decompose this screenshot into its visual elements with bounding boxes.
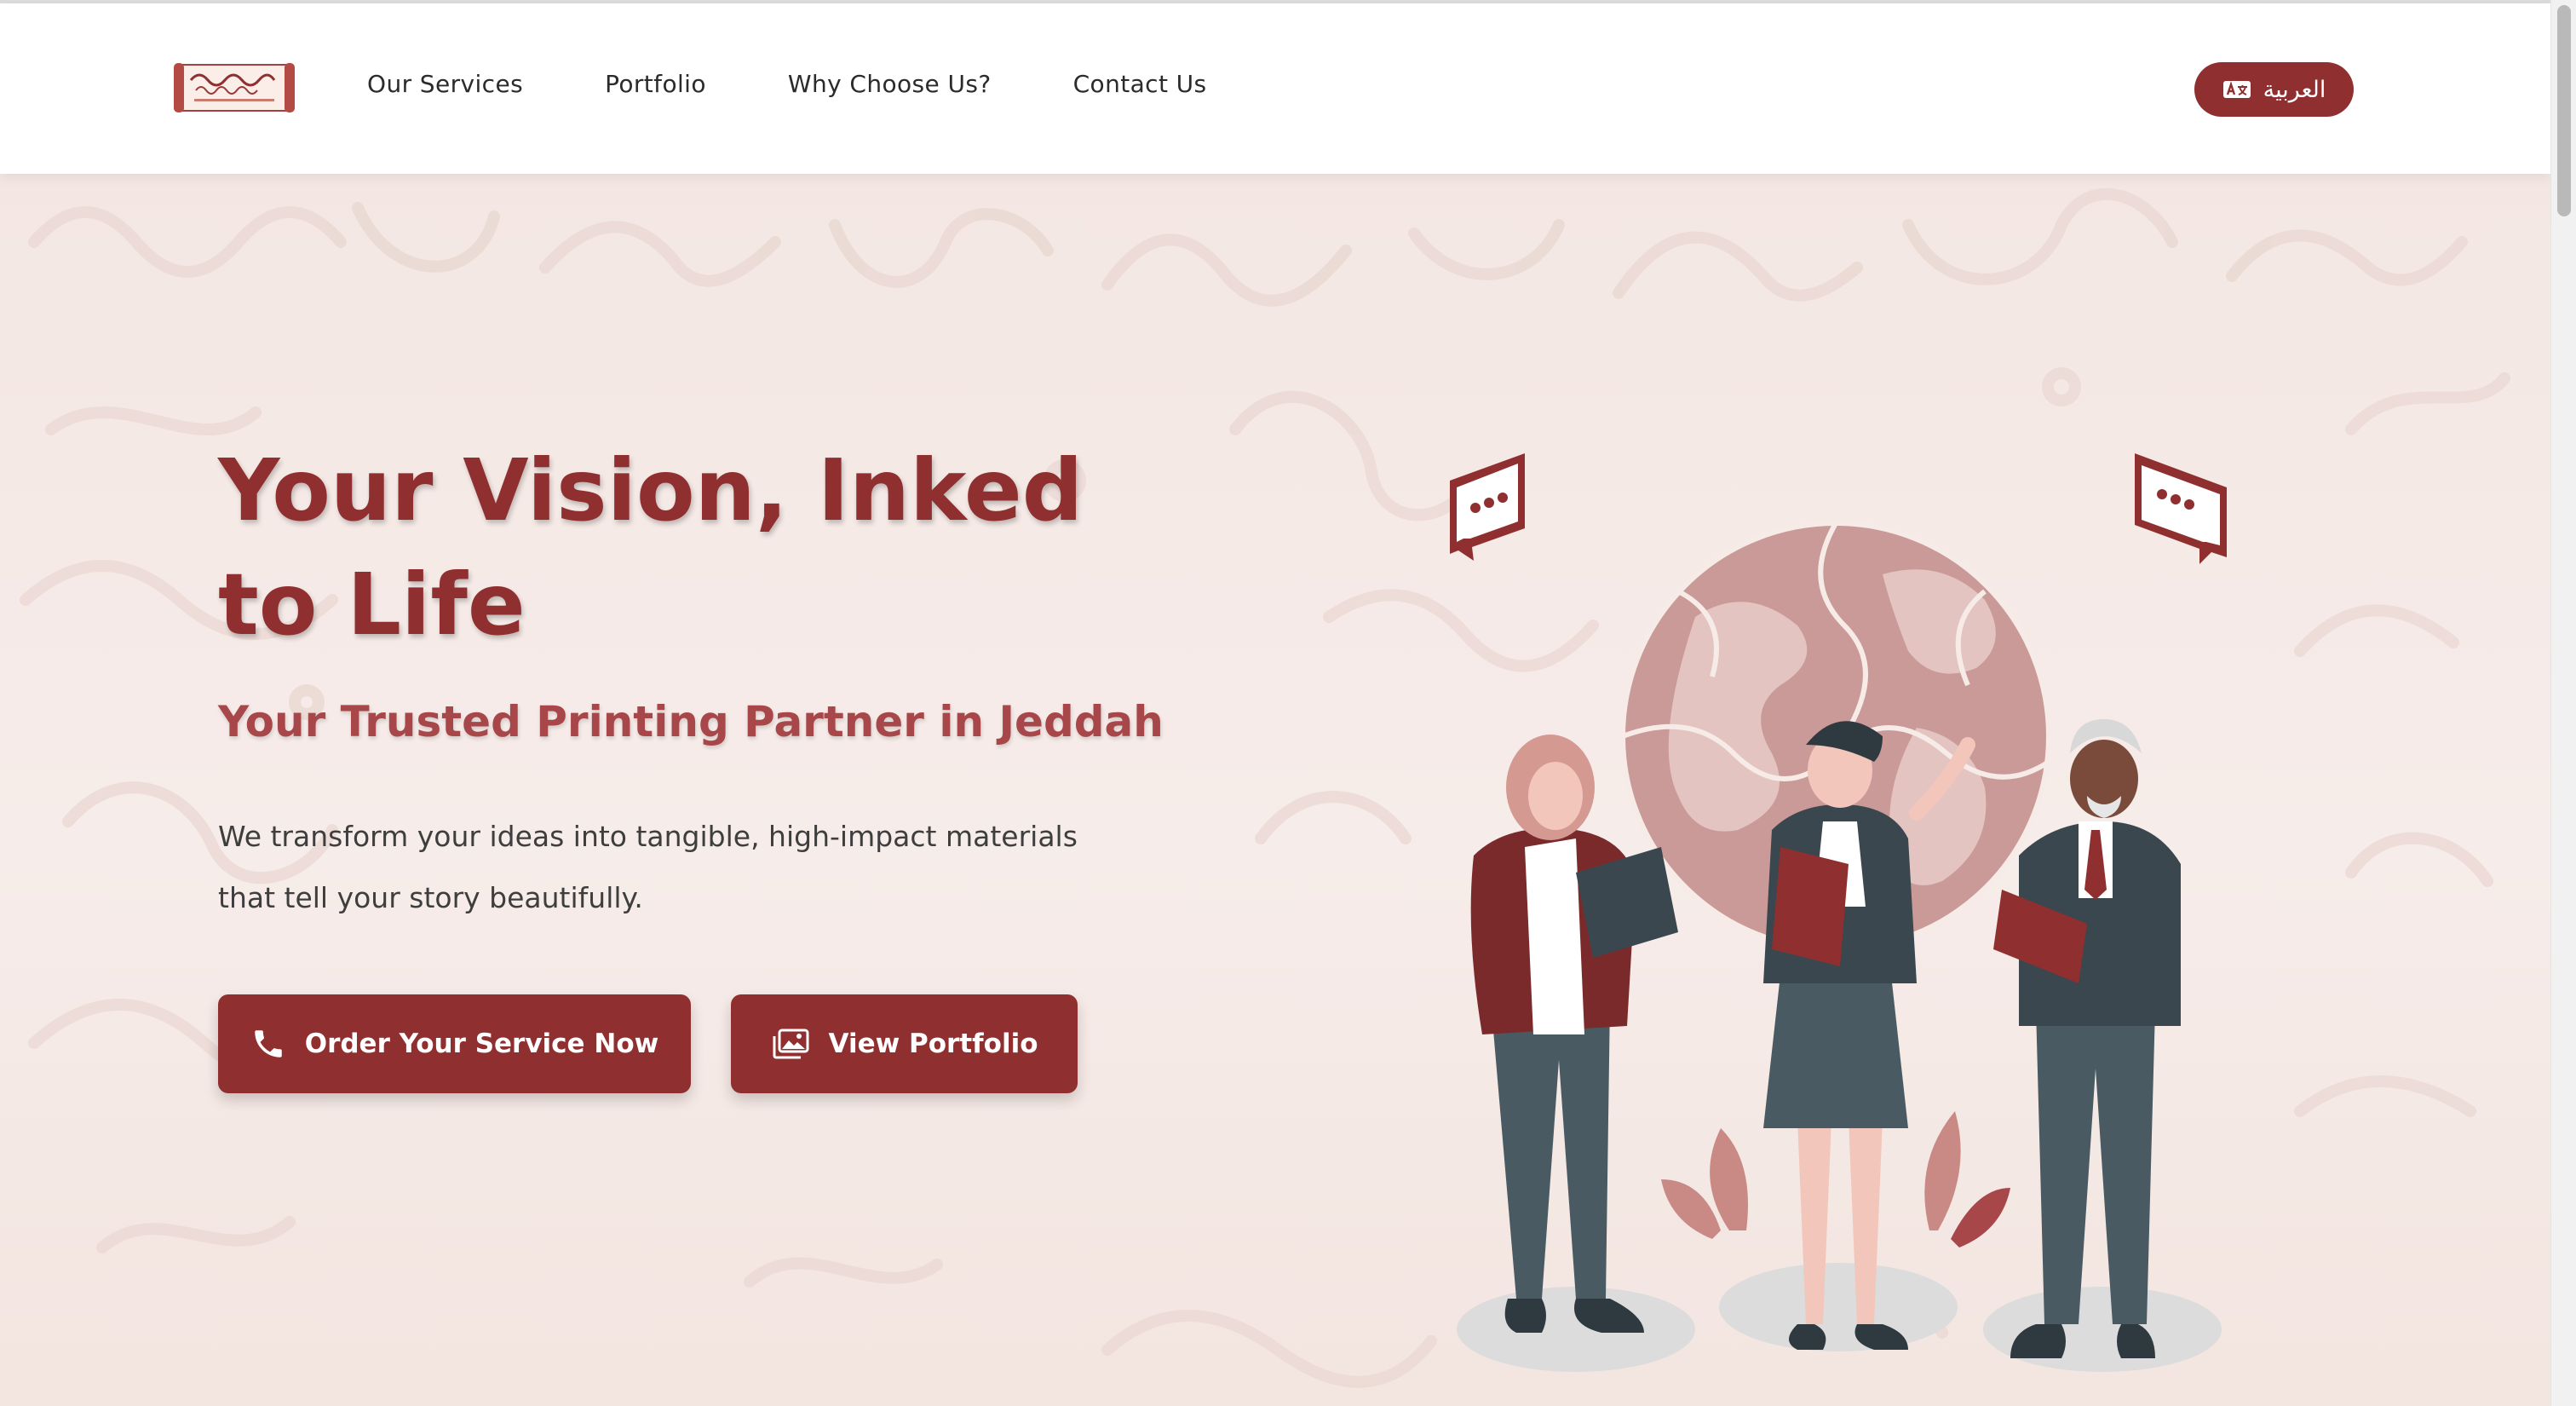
view-portfolio-label: View Portfolio	[828, 1029, 1038, 1059]
nav-link-services[interactable]: Our Services	[367, 70, 523, 98]
language-toggle-button[interactable]: العربية	[2194, 62, 2354, 117]
translate-icon	[2222, 81, 2251, 98]
hero-title: Your Vision, Inked to Life	[218, 441, 1084, 654]
business-team-illustration	[1450, 453, 2227, 1372]
language-label: العربية	[2263, 76, 2326, 103]
chat-bubble-left-icon	[1450, 453, 1525, 561]
company-logo[interactable]	[172, 60, 296, 116]
plant-decoration	[1661, 1111, 2010, 1248]
nav-link-portfolio[interactable]: Portfolio	[605, 70, 706, 98]
nav-link-contact[interactable]: Contact Us	[1073, 70, 1207, 98]
page-scrollbar[interactable]	[2550, 0, 2576, 1406]
hero-section: Your Vision, Inked to Life Your Trusted …	[0, 174, 2550, 1406]
hero-subtitle: Your Trusted Printing Partner in Jeddah	[218, 697, 1164, 746]
navbar: Our Services Portfolio Why Choose Us? Co…	[0, 3, 2550, 174]
hero-description: We transform your ideas into tangible, h…	[218, 820, 1078, 914]
ground-shadow-right	[1983, 1287, 2222, 1372]
chat-bubble-right-icon	[2135, 453, 2227, 564]
order-service-label: Order Your Service Now	[304, 1029, 659, 1059]
logo-scroll-icon	[174, 63, 295, 112]
ground-shadow-center	[1719, 1263, 1958, 1351]
phone-icon	[254, 1030, 282, 1057]
nav-link-why-choose-us[interactable]: Why Choose Us?	[788, 70, 992, 98]
view-portfolio-button[interactable]: View Portfolio	[731, 994, 1078, 1093]
main-nav: Our Services Portfolio Why Choose Us? Co…	[367, 70, 1207, 98]
gallery-icon	[773, 1029, 808, 1059]
scrollbar-thumb[interactable]	[2557, 5, 2571, 216]
order-service-button[interactable]: Order Your Service Now	[218, 994, 691, 1093]
